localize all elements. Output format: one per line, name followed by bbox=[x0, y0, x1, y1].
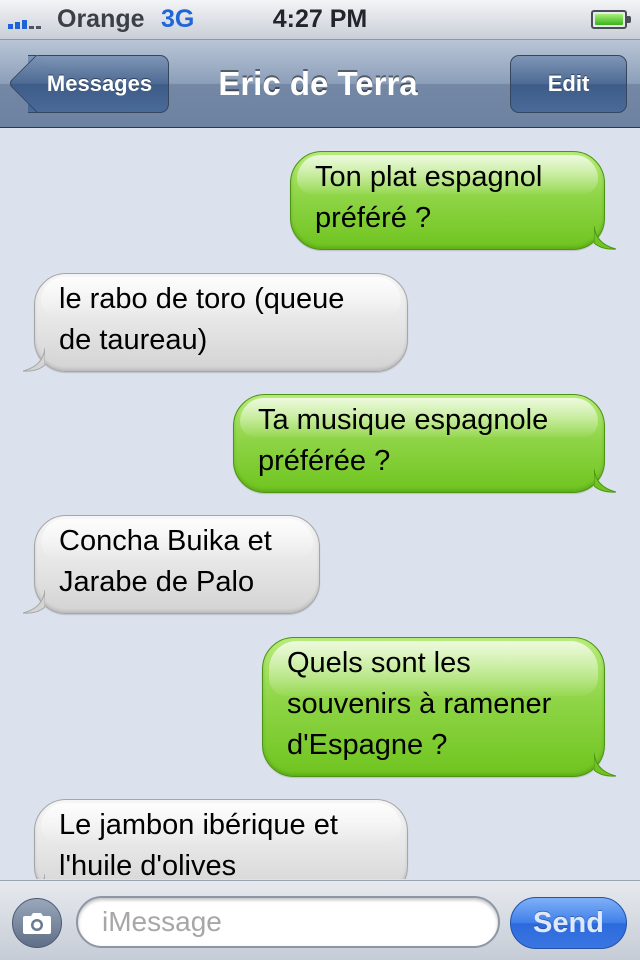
message-line: Ta musique espagnole bbox=[258, 404, 549, 436]
bubble-tail-icon bbox=[43, 874, 45, 879]
message-line: souvenirs à ramener bbox=[287, 688, 552, 720]
message-bubble-received[interactable]: Concha Buika et Jarabe de Palo bbox=[23, 515, 320, 614]
bubble-tail-icon bbox=[23, 348, 45, 372]
navigation-bar: Messages Eric de Terra Edit bbox=[0, 40, 640, 128]
compose-bar: Send bbox=[0, 880, 640, 960]
message-bubble-sent[interactable]: Ta musique espagnole préférée ? bbox=[233, 394, 616, 493]
camera-icon bbox=[23, 913, 51, 934]
message-line: d'Espagne ? bbox=[287, 729, 448, 761]
camera-button[interactable] bbox=[12, 898, 62, 948]
bubble-tail-icon bbox=[594, 469, 616, 493]
message-thread[interactable]: Ton plat espagnol préféré ? le rabo de t… bbox=[0, 129, 640, 879]
message-bubble-received[interactable]: le rabo de toro (queue de taureau) bbox=[23, 273, 408, 372]
message-line: Quels sont les bbox=[287, 647, 471, 679]
bubble-tail-icon bbox=[594, 753, 616, 777]
bubble-tail-icon bbox=[594, 226, 616, 250]
status-bar: Orange 3G 4:27 PM bbox=[0, 0, 640, 40]
message-line: Jarabe de Palo bbox=[59, 566, 255, 598]
message-bubble-received[interactable]: Le jambon ibérique et l'huile d'olives bbox=[34, 799, 408, 879]
battery-icon bbox=[591, 10, 631, 29]
edit-button[interactable]: Edit bbox=[510, 55, 627, 113]
message-line: Le jambon ibérique et bbox=[59, 809, 338, 841]
message-bubble-sent[interactable]: Quels sont les souvenirs à ramener d'Esp… bbox=[262, 637, 616, 777]
message-line: Ton plat espagnol bbox=[315, 161, 543, 193]
message-line: préférée ? bbox=[258, 445, 391, 477]
message-line: Concha Buika et bbox=[59, 525, 272, 557]
message-line: le rabo de toro (queue bbox=[59, 283, 345, 315]
message-line: l'huile d'olives bbox=[59, 850, 237, 879]
message-bubble-sent[interactable]: Ton plat espagnol préféré ? bbox=[290, 151, 616, 250]
message-line: de taureau) bbox=[59, 324, 208, 356]
bubble-tail-icon bbox=[23, 590, 45, 614]
status-time: 4:27 PM bbox=[272, 5, 368, 33]
battery-level-fill bbox=[595, 14, 623, 25]
send-button[interactable]: Send bbox=[510, 897, 627, 949]
message-line: préféré ? bbox=[315, 202, 432, 234]
message-input[interactable] bbox=[76, 896, 500, 948]
